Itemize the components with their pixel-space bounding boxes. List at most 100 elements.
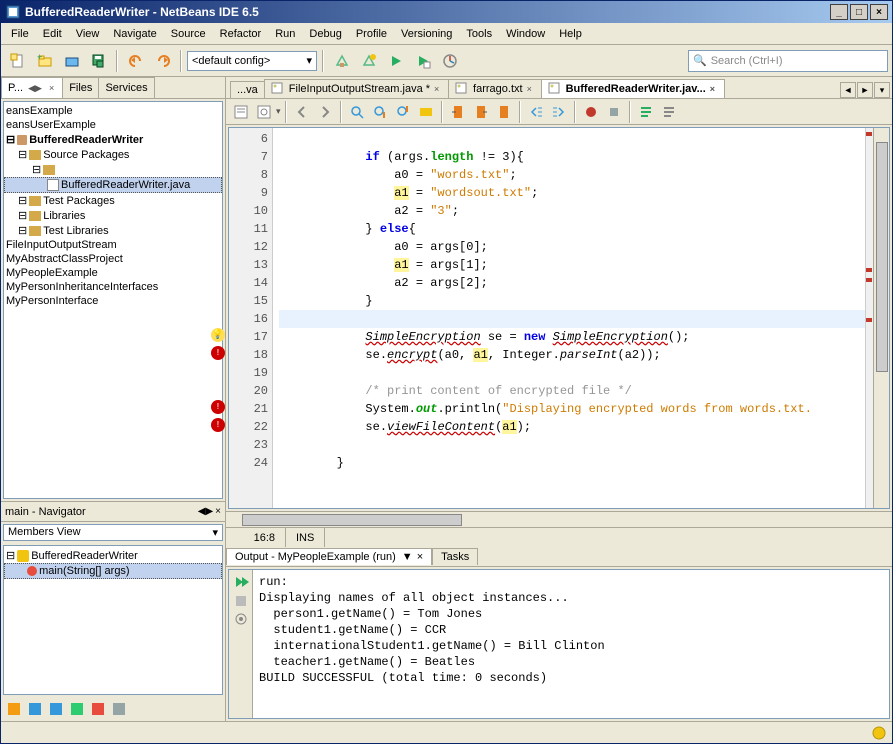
error-icon[interactable]: ! [211, 400, 225, 414]
navigator-min-icon[interactable]: ◀▶ [198, 506, 213, 517]
menu-refactor[interactable]: Refactor [214, 26, 268, 42]
menu-versioning[interactable]: Versioning [395, 26, 458, 42]
clean-build-button[interactable] [356, 48, 381, 73]
menu-file[interactable]: File [5, 26, 35, 42]
minimize-button[interactable]: _ [830, 4, 848, 20]
error-icon[interactable]: ! [211, 346, 225, 360]
menu-run[interactable]: Run [269, 26, 301, 42]
new-project-button[interactable]: + [32, 48, 57, 73]
chevron-down-icon[interactable]: ▾ [276, 106, 281, 117]
navigator-close-icon[interactable]: × [215, 506, 221, 517]
debug-button[interactable] [410, 48, 435, 73]
run-button[interactable] [383, 48, 408, 73]
nav-fwd-button[interactable] [314, 101, 336, 123]
prev-bookmark-button[interactable] [447, 101, 469, 123]
tree-row[interactable]: eansUserExample [4, 118, 222, 132]
editor-tab[interactable]: ...va [230, 81, 265, 98]
profile-button[interactable] [437, 48, 462, 73]
toggle-bookmark-button[interactable] [493, 101, 515, 123]
menu-navigate[interactable]: Navigate [107, 26, 162, 42]
tab-files[interactable]: Files [62, 77, 99, 98]
build-button[interactable] [329, 48, 354, 73]
quick-search[interactable]: 🔍 Search (Ctrl+I) [688, 50, 888, 72]
output-close-icon[interactable]: × [417, 551, 423, 563]
nav-filter-4[interactable] [68, 700, 86, 718]
menu-window[interactable]: Window [500, 26, 551, 42]
close-button[interactable]: × [870, 4, 888, 20]
tree-row[interactable]: eansExample [4, 104, 222, 118]
tree-row[interactable]: ⊟ Libraries [4, 208, 222, 223]
tab-output[interactable]: Output - MyPeopleExample (run) ▼× [226, 548, 432, 565]
nav-class-node[interactable]: ⊟ BufferedReaderWriter [4, 548, 222, 563]
code-content[interactable]: if (args.length != 3){ a0 = "words.txt";… [273, 128, 865, 508]
navigator-tree[interactable]: ⊟ BufferedReaderWriter main(String[] arg… [3, 545, 223, 695]
error-stripe[interactable] [865, 128, 873, 508]
vertical-scrollbar[interactable] [873, 128, 889, 508]
close-icon[interactable]: × [434, 85, 442, 93]
shift-right-button[interactable] [548, 101, 570, 123]
tab-list-button[interactable]: ▾ [874, 82, 890, 98]
nav-filter-1[interactable] [5, 700, 23, 718]
close-icon[interactable]: × [710, 85, 718, 93]
tab-projects[interactable]: P...◀▶× [1, 77, 63, 98]
output-settings-button[interactable] [234, 612, 248, 626]
menu-tools[interactable]: Tools [460, 26, 498, 42]
menu-view[interactable]: View [70, 26, 106, 42]
editor-tab[interactable]: FileInputOutputStream.java *× [264, 79, 449, 98]
code-editor[interactable]: 678910111213141516💡17!181920!21!222324 i… [228, 127, 890, 509]
tree-row[interactable]: ⊟ Source Packages [4, 147, 222, 162]
menu-debug[interactable]: Debug [303, 26, 347, 42]
macro-record-button[interactable] [580, 101, 602, 123]
redo-button[interactable] [150, 48, 175, 73]
tree-row[interactable]: ⊟ [4, 162, 222, 177]
menu-help[interactable]: Help [553, 26, 588, 42]
output-text[interactable]: run: Displaying names of all object inst… [253, 570, 889, 718]
output-min-icon[interactable]: ▼ [402, 551, 413, 563]
hint-icon[interactable]: 💡 [211, 328, 225, 342]
open-project-button[interactable] [59, 48, 84, 73]
shift-left-button[interactable] [525, 101, 547, 123]
maximize-button[interactable]: □ [850, 4, 868, 20]
source-view-button[interactable] [230, 101, 252, 123]
tree-row[interactable]: MyPersonInterface [4, 294, 222, 308]
close-icon[interactable]: × [527, 85, 535, 93]
macro-stop-button[interactable] [603, 101, 625, 123]
new-file-button[interactable] [5, 48, 30, 73]
uncomment-button[interactable] [658, 101, 680, 123]
menu-profile[interactable]: Profile [350, 26, 393, 42]
tree-row[interactable]: ⊟ Test Packages [4, 193, 222, 208]
projects-tree[interactable]: eansExampleeansUserExample ⊟ BufferedRead… [3, 101, 223, 499]
find-prev-button[interactable] [369, 101, 391, 123]
tab-scroll-left[interactable]: ◄ [840, 82, 856, 98]
find-next-button[interactable] [392, 101, 414, 123]
stop-output-button[interactable] [234, 594, 248, 608]
editor-tab[interactable]: farrago.txt× [448, 79, 542, 98]
history-view-button[interactable] [253, 101, 275, 123]
tree-row[interactable]: MyPeopleExample [4, 266, 222, 280]
next-bookmark-button[interactable] [470, 101, 492, 123]
tree-row[interactable]: MyPersonInheritanceInterfaces [4, 280, 222, 294]
error-icon[interactable]: ! [211, 418, 225, 432]
horizontal-scrollbar[interactable] [226, 511, 892, 527]
rerun-button[interactable] [233, 574, 249, 590]
menu-edit[interactable]: Edit [37, 26, 68, 42]
tree-row[interactable]: ⊟ Test Libraries [4, 223, 222, 238]
nav-filter-2[interactable] [26, 700, 44, 718]
save-all-button[interactable] [86, 48, 111, 73]
find-sel-button[interactable] [346, 101, 368, 123]
close-icon[interactable]: × [47, 83, 56, 93]
tree-row[interactable]: BufferedReaderWriter.java [4, 177, 222, 193]
menu-source[interactable]: Source [165, 26, 212, 42]
nav-filter-3[interactable] [47, 700, 65, 718]
editor-gutter[interactable]: 678910111213141516💡17!181920!21!222324 [229, 128, 273, 508]
config-select[interactable]: <default config> ▾ [187, 51, 317, 71]
navigator-view-select[interactable]: Members View▾ [3, 524, 223, 541]
status-notification-icon[interactable] [872, 726, 886, 740]
toggle-highlight-button[interactable] [415, 101, 437, 123]
nav-filter-5[interactable] [89, 700, 107, 718]
tab-scroll-right[interactable]: ► [857, 82, 873, 98]
tree-row[interactable]: MyAbstractClassProject [4, 252, 222, 266]
nav-method-node[interactable]: main(String[] args) [4, 563, 222, 579]
tab-tasks[interactable]: Tasks [432, 548, 478, 565]
tree-row[interactable]: FileInputOutputStream [4, 238, 222, 252]
